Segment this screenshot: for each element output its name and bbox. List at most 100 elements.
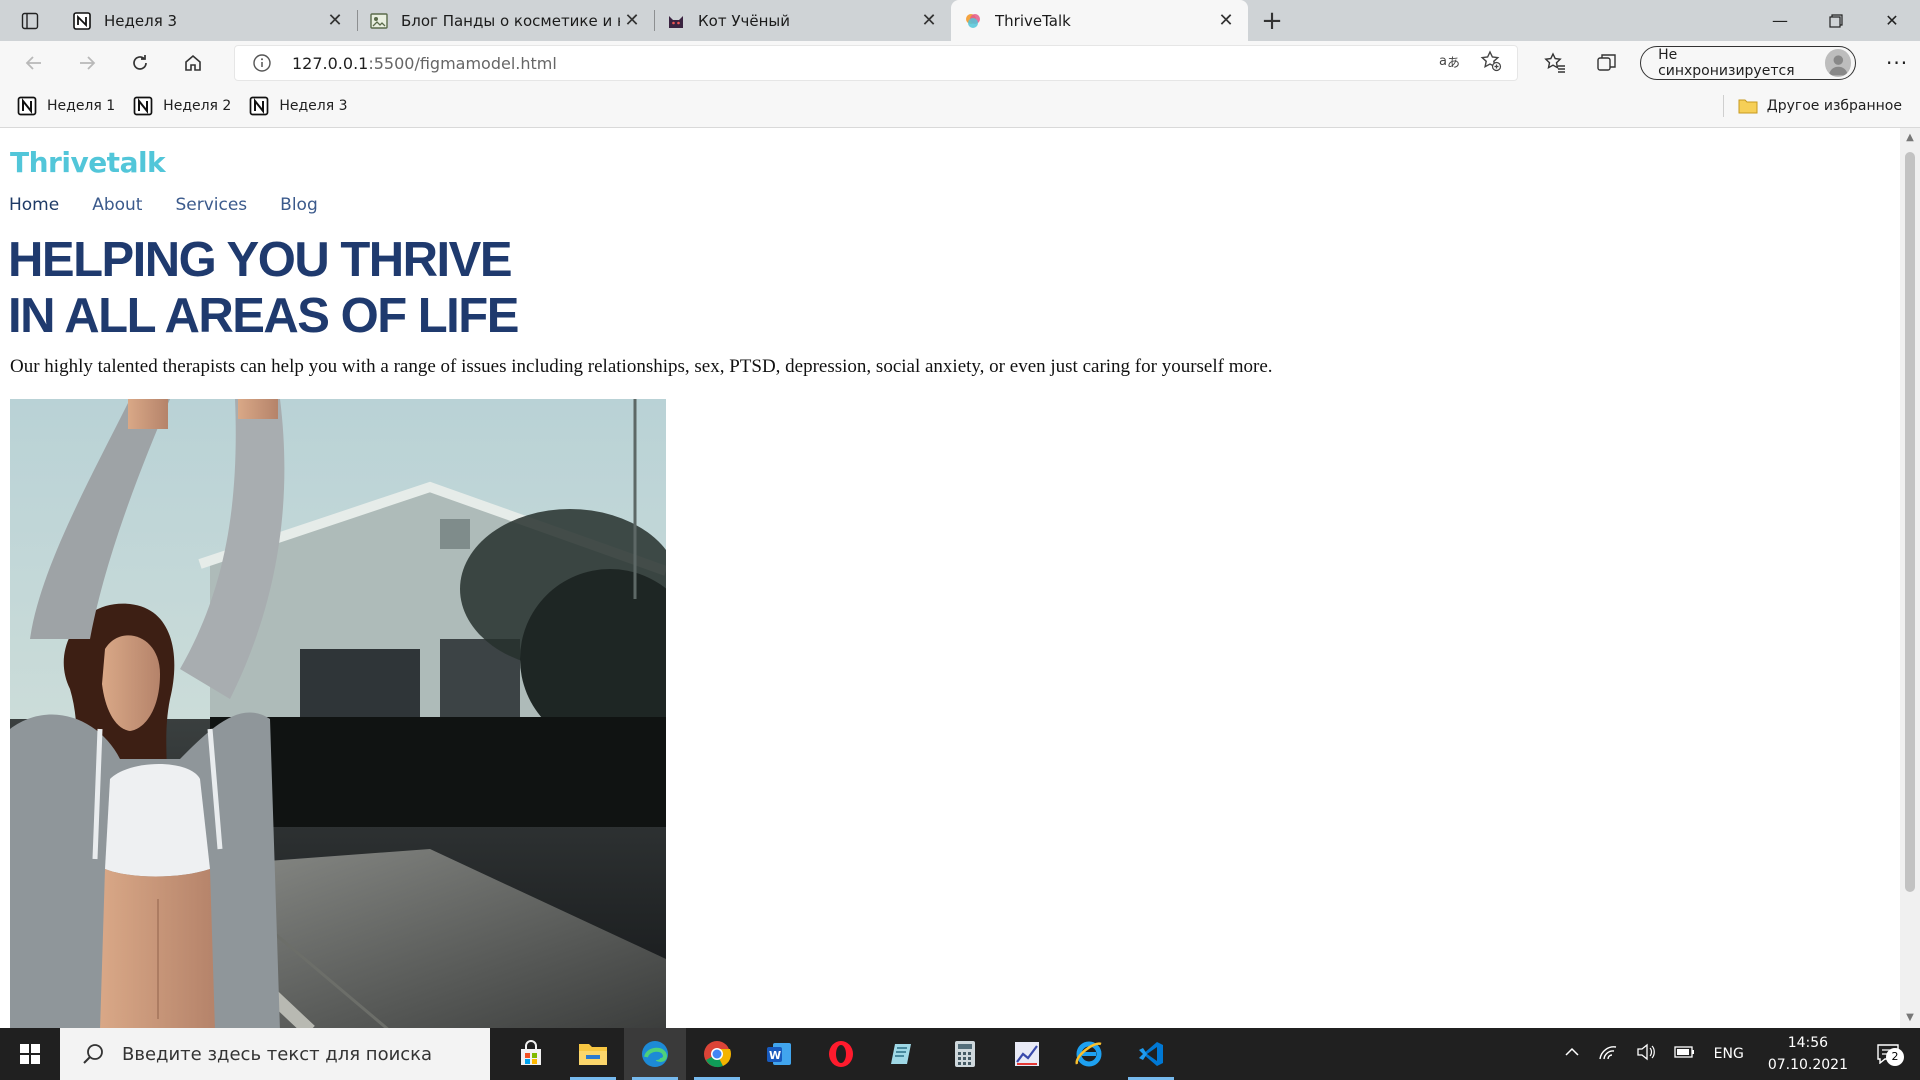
site-logo[interactable]: Thrivetalk [10, 146, 166, 179]
home-icon [185, 54, 201, 71]
page-scrollbar[interactable]: ▲ ▼ [1900, 128, 1920, 1028]
taskbar-search-box[interactable]: Введите здесь текст для поиска [60, 1028, 490, 1080]
tab-title: ThriveTalk [995, 11, 1071, 30]
right-toolbar: Не синхронизируется ··· [1534, 41, 1920, 85]
blog-icon [369, 11, 388, 30]
favorite-nedelya-3[interactable]: Неделя 3 [249, 96, 348, 116]
home-button[interactable] [171, 43, 215, 83]
tab-nedelya-3[interactable]: Неделя 3 ✕ [60, 0, 357, 41]
collections-button[interactable] [1586, 43, 1628, 83]
tab-title: Кот Учёный [698, 11, 790, 30]
avatar [1824, 49, 1852, 77]
url-text[interactable]: 127.0.0.1:5500/figmamodel.html [292, 54, 557, 73]
action-center-button[interactable]: 2 [1866, 1044, 1910, 1066]
scroll-up-icon[interactable]: ▲ [1904, 132, 1916, 144]
other-favorites-folder[interactable]: Другое избранное [1722, 95, 1902, 117]
clock-date: 07.10.2021 [1767, 1057, 1848, 1073]
translate-icon[interactable]: aあ [1438, 51, 1460, 75]
hero-title-line-2: IN ALL AREAS OF LIFE [8, 289, 519, 343]
vscode-app-button[interactable] [1120, 1028, 1182, 1080]
window-controls: — ✕ [1752, 0, 1920, 41]
battery-icon[interactable] [1674, 1045, 1696, 1063]
tab-blog-pandy[interactable]: Блог Панды о косметике и не т ✕ [357, 0, 654, 41]
favorite-nedelya-2[interactable]: Неделя 2 [133, 96, 231, 116]
start-button[interactable] [0, 1028, 60, 1080]
nav-about-link[interactable]: About [92, 195, 142, 215]
back-button[interactable] [12, 43, 56, 83]
word-app-button[interactable]: W [748, 1028, 810, 1080]
forward-button[interactable] [65, 43, 109, 83]
url-path: :5500/figmamodel.html [368, 53, 557, 73]
vscode-icon [1139, 1042, 1163, 1066]
add-favorite-icon[interactable] [1480, 50, 1502, 76]
windows-taskbar: Введите здесь текст для поиска W ENG 14:… [0, 1028, 1920, 1080]
arrow-left-icon [25, 56, 41, 70]
nav-home-link[interactable]: Home [9, 195, 59, 215]
plus-icon: + [1261, 5, 1283, 36]
tab-thrivetalk[interactable]: ThriveTalk ✕ [951, 0, 1248, 41]
tab-strip: Неделя 3 ✕ Блог Панды о косметике и не т… [0, 0, 1920, 41]
address-bar[interactable]: 127.0.0.1:5500/figmamodel.html aあ [234, 45, 1518, 81]
language-indicator[interactable]: ENG [1714, 1046, 1744, 1062]
store-icon [521, 1040, 541, 1065]
tab-kot-uchenyi[interactable]: Кот Учёный ✕ [654, 0, 951, 41]
nav-blog-link[interactable]: Blog [280, 195, 318, 215]
minimize-button[interactable]: — [1752, 0, 1808, 41]
clock[interactable]: 14:56 07.10.2021 [1768, 1032, 1848, 1076]
collections-icon [1597, 54, 1616, 71]
svg-text:W: W [769, 1049, 781, 1062]
new-tab-button[interactable]: + [1248, 0, 1296, 41]
close-icon[interactable]: ✕ [620, 9, 644, 33]
hero-title: HELPING YOU THRIVE IN ALL AREAS OF LIFE [8, 232, 519, 344]
clock-time: 14:56 [1787, 1035, 1829, 1051]
favorite-nedelya-1[interactable]: Неделя 1 [17, 96, 115, 116]
close-icon[interactable]: ✕ [917, 9, 941, 33]
chart-app-button[interactable] [996, 1028, 1058, 1080]
site-nav: Home About Services Blog [9, 195, 351, 215]
notes-icon [891, 1044, 911, 1064]
close-icon[interactable]: ✕ [323, 9, 347, 33]
search-placeholder: Введите здесь текст для поиска [122, 1043, 433, 1065]
notification-count: 2 [1886, 1048, 1904, 1066]
scroll-down-icon[interactable]: ▼ [1904, 1012, 1916, 1024]
network-icon[interactable] [1598, 1043, 1618, 1065]
notes-app-button[interactable] [872, 1028, 934, 1080]
settings-more-button[interactable]: ··· [1874, 51, 1920, 75]
edge-icon [642, 1041, 668, 1067]
more-icon: ··· [1886, 51, 1909, 75]
arrow-right-icon [80, 56, 96, 70]
store-app-button[interactable] [500, 1028, 562, 1080]
close-window-button[interactable]: ✕ [1864, 0, 1920, 41]
restore-button[interactable] [1808, 0, 1864, 41]
page-viewport: Thrivetalk Home About Services Blog HELP… [0, 128, 1900, 1028]
opera-app-button[interactable] [810, 1028, 872, 1080]
folder-icon [1738, 99, 1758, 114]
nav-services-link[interactable]: Services [175, 195, 247, 215]
scrollbar-thumb[interactable] [1905, 152, 1915, 892]
close-icon[interactable]: ✕ [1214, 9, 1238, 33]
calculator-app-button[interactable] [934, 1028, 996, 1080]
browser-toolbar: 127.0.0.1:5500/figmamodel.html aあ Не син… [0, 41, 1920, 85]
favorite-label: Неделя 1 [47, 98, 116, 114]
profile-label: Не синхронизируется [1658, 47, 1795, 79]
edge-app-button[interactable] [624, 1028, 686, 1080]
chevron-up-icon[interactable] [1564, 1046, 1580, 1062]
favorite-label: Неделя 3 [279, 98, 348, 114]
chrome-app-button[interactable] [686, 1028, 748, 1080]
refresh-button[interactable] [118, 43, 162, 83]
svg-text:a: a [1439, 54, 1447, 69]
volume-icon[interactable] [1636, 1043, 1656, 1065]
notion-icon [133, 96, 153, 116]
notion-icon [249, 96, 269, 116]
profile-sync-button[interactable]: Не синхронизируется [1640, 46, 1857, 80]
tab-actions-button[interactable] [0, 0, 60, 41]
windows-icon [20, 1044, 40, 1064]
chart-app-icon [1015, 1042, 1039, 1066]
url-host: 127.0.0.1 [292, 53, 369, 73]
explorer-app-button[interactable] [562, 1028, 624, 1080]
restore-icon [1829, 13, 1843, 28]
info-icon[interactable] [250, 53, 274, 73]
favorites-button[interactable] [1534, 43, 1576, 83]
tab-title: Неделя 3 [104, 11, 178, 30]
ie-app-button[interactable] [1058, 1028, 1120, 1080]
